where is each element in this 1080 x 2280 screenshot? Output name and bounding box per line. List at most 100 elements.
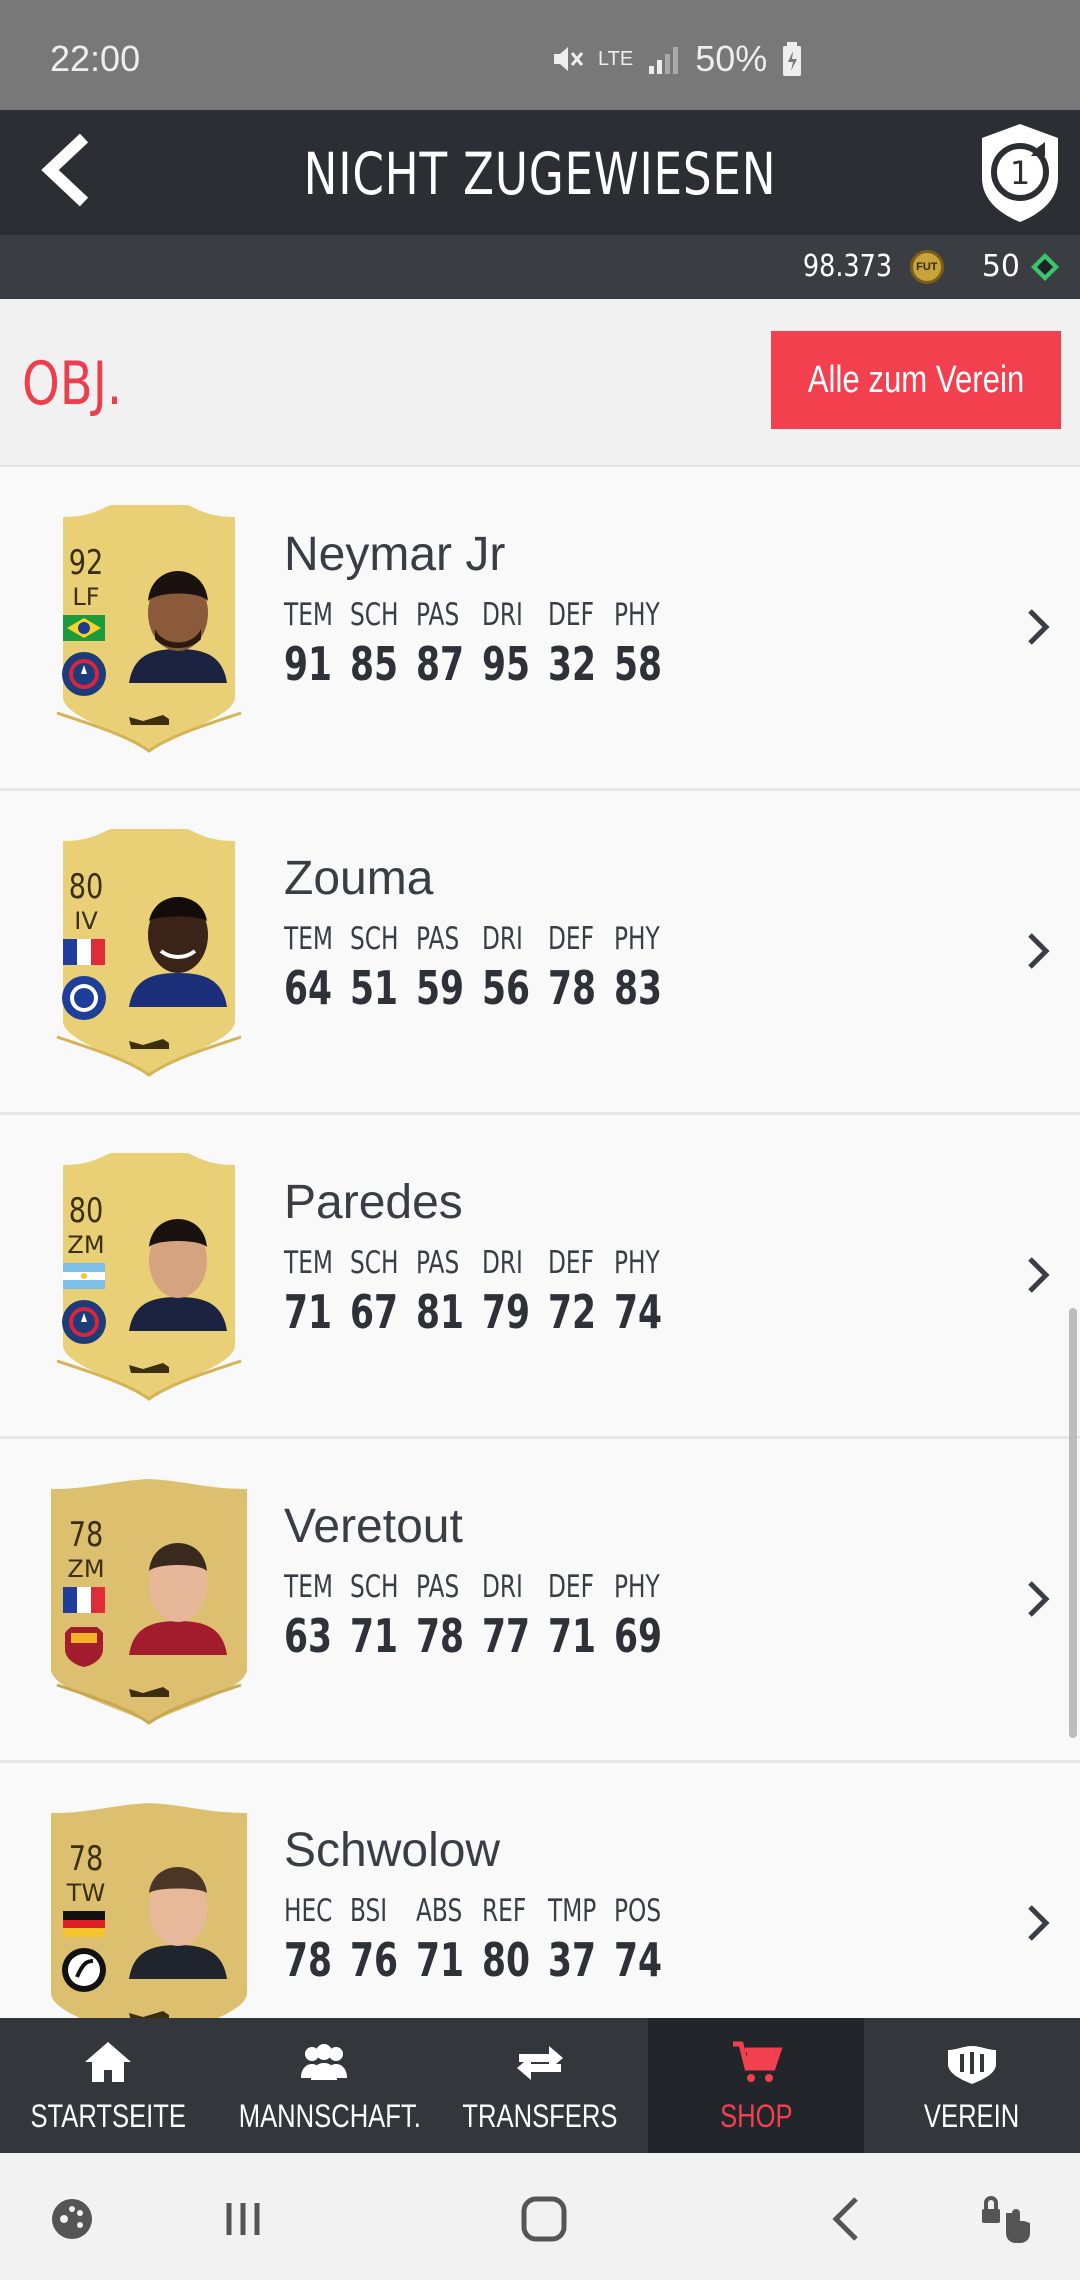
battery-icon bbox=[783, 42, 802, 76]
stat-value: 51 bbox=[350, 961, 399, 1015]
recent-apps-icon[interactable] bbox=[215, 2191, 271, 2247]
stat-label: SCH bbox=[350, 597, 399, 633]
stat-column: ABS 71 bbox=[416, 1893, 482, 1987]
player-stats: HEC 78 BSI 76 ABS 71 REF 80 TMP 37 POS 74 bbox=[284, 1893, 680, 1987]
boot-icon bbox=[129, 1039, 169, 1049]
chelsea-crest-icon bbox=[62, 976, 106, 1020]
stat-label: DEF bbox=[548, 1569, 594, 1605]
player-stats: TEM 64 SCH 51 PAS 59 DRI 56 DEF 78 PHY 83 bbox=[284, 921, 680, 1015]
chevron-right-icon[interactable] bbox=[1024, 1577, 1054, 1621]
stat-label: TEM bbox=[284, 1569, 333, 1605]
status-time: 22:00 bbox=[50, 38, 141, 79]
stat-label: DEF bbox=[548, 921, 594, 957]
network-type: LTE bbox=[598, 47, 634, 70]
stat-value: 78 bbox=[548, 961, 597, 1015]
stat-value: 78 bbox=[416, 1609, 465, 1663]
coins-value: 98.373 bbox=[802, 249, 892, 284]
player-portrait bbox=[129, 1543, 227, 1655]
club-icon bbox=[948, 2046, 996, 2084]
system-back-icon[interactable] bbox=[820, 2191, 876, 2247]
stat-label: PHY bbox=[614, 1569, 660, 1605]
stat-value: 79 bbox=[482, 1285, 531, 1339]
stat-value: 80 bbox=[482, 1933, 531, 1987]
stat-column: SCH 67 bbox=[350, 1245, 416, 1339]
stat-column: PAS 87 bbox=[416, 597, 482, 691]
nav-shop[interactable]: SHOP bbox=[648, 2018, 864, 2153]
stat-column: DRI 77 bbox=[482, 1569, 548, 1663]
fifa-points-icon bbox=[1031, 252, 1059, 281]
coin-label: FUT bbox=[916, 260, 938, 273]
touch-lock-icon[interactable] bbox=[978, 2191, 1034, 2247]
stat-value: 85 bbox=[350, 637, 399, 691]
nav-label: TRANSFERS bbox=[462, 2098, 618, 2134]
player-stats: TEM 91 SCH 85 PAS 87 DRI 95 DEF 32 PHY 58 bbox=[284, 597, 680, 691]
objectives-icon: 1 bbox=[982, 124, 1058, 222]
objects-label: OBJ. bbox=[22, 349, 123, 419]
player-list-item[interactable]: 80 IV Zouma TEM 64 SCH 51 PAS 59 DRI 56 DEF 7… bbox=[0, 791, 1080, 1115]
player-list-item[interactable]: 78 ZM Veretout TEM 63 SCH 71 PAS 78 DRI 77 D… bbox=[0, 1439, 1080, 1763]
stat-value: 87 bbox=[416, 637, 465, 691]
nav-club[interactable]: VEREIN bbox=[864, 2018, 1080, 2153]
player-portrait bbox=[129, 1867, 227, 1979]
home-button-icon[interactable] bbox=[516, 2191, 572, 2247]
brazil-flag-icon bbox=[63, 615, 105, 641]
stat-value: 71 bbox=[350, 1609, 399, 1663]
player-rating: 78 bbox=[68, 1515, 104, 1555]
stat-value: 32 bbox=[548, 637, 597, 691]
stat-value: 81 bbox=[416, 1285, 465, 1339]
stat-column: REF 80 bbox=[482, 1893, 548, 1987]
chevron-right-icon[interactable] bbox=[1024, 1901, 1054, 1945]
back-button[interactable] bbox=[30, 130, 100, 210]
stat-column: PHY 83 bbox=[614, 921, 680, 1015]
stat-label: PHY bbox=[614, 597, 660, 633]
player-list-item[interactable]: 92 LF Neymar Jr TEM 91 SCH 85 PAS 87 DRI 95 … bbox=[0, 467, 1080, 791]
stat-label: DRI bbox=[482, 1245, 523, 1281]
nav-home[interactable]: STARTSEITE bbox=[0, 2018, 216, 2153]
stat-column: HEC 78 bbox=[284, 1893, 350, 1987]
player-position: ZM bbox=[67, 1555, 105, 1583]
stat-column: PAS 78 bbox=[416, 1569, 482, 1663]
stat-column: DRI 56 bbox=[482, 921, 548, 1015]
chevron-right-icon[interactable] bbox=[1024, 605, 1054, 649]
nav-transfers[interactable]: TRANSFERS bbox=[432, 2018, 648, 2153]
player-name: Paredes bbox=[284, 1176, 463, 1229]
stat-column: DEF 78 bbox=[548, 921, 614, 1015]
player-position: TW bbox=[66, 1879, 106, 1907]
stat-column: DRI 95 bbox=[482, 597, 548, 691]
app-header: NICHT ZUGEWIESEN 1 bbox=[0, 110, 1080, 235]
objectives-button[interactable]: 1 bbox=[975, 120, 1065, 225]
player-portrait bbox=[129, 1219, 227, 1331]
player-card: 78 ZM bbox=[47, 1475, 251, 1725]
scrollbar[interactable] bbox=[1069, 1308, 1077, 1738]
stat-value: 69 bbox=[614, 1609, 663, 1663]
stat-value: 56 bbox=[482, 961, 531, 1015]
player-list-item[interactable]: 80 ZM Paredes TEM 71 SCH 67 PAS 81 DRI 79 DE… bbox=[0, 1115, 1080, 1439]
objects-bar: OBJ. Alle zum Verein bbox=[0, 299, 1080, 467]
game-launcher-icon[interactable] bbox=[44, 2191, 100, 2247]
nav-label: STARTSEITE bbox=[30, 2098, 186, 2134]
stat-value: 64 bbox=[284, 961, 333, 1015]
currency-bar: 98.373 FUT 50 bbox=[0, 235, 1080, 299]
system-navigation-bar bbox=[0, 2153, 1080, 2280]
nav-label: MANNSCHAFT. bbox=[238, 2098, 421, 2134]
status-icons: LTE 50% bbox=[550, 38, 803, 80]
stat-column: SCH 85 bbox=[350, 597, 416, 691]
stat-value: 37 bbox=[548, 1933, 597, 1987]
player-position: IV bbox=[74, 907, 98, 935]
send-all-to-club-button[interactable]: Alle zum Verein bbox=[771, 331, 1061, 429]
player-portrait bbox=[129, 897, 227, 1007]
stat-column: SCH 71 bbox=[350, 1569, 416, 1663]
nav-team[interactable]: MANNSCHAFT. bbox=[216, 2018, 432, 2153]
stat-value: 71 bbox=[284, 1285, 333, 1339]
chevron-right-icon[interactable] bbox=[1024, 929, 1054, 973]
nav-label: VEREIN bbox=[924, 2098, 1020, 2134]
stat-value: 59 bbox=[416, 961, 465, 1015]
stat-label: DRI bbox=[482, 1569, 523, 1605]
chevron-right-icon[interactable] bbox=[1024, 1253, 1054, 1297]
stat-column: TEM 63 bbox=[284, 1569, 350, 1663]
stat-column: PHY 74 bbox=[614, 1245, 680, 1339]
stat-column: TMP 37 bbox=[548, 1893, 614, 1987]
stat-column: POS 74 bbox=[614, 1893, 680, 1987]
player-rating: 80 bbox=[68, 1191, 104, 1231]
stat-label: REF bbox=[482, 1893, 527, 1929]
